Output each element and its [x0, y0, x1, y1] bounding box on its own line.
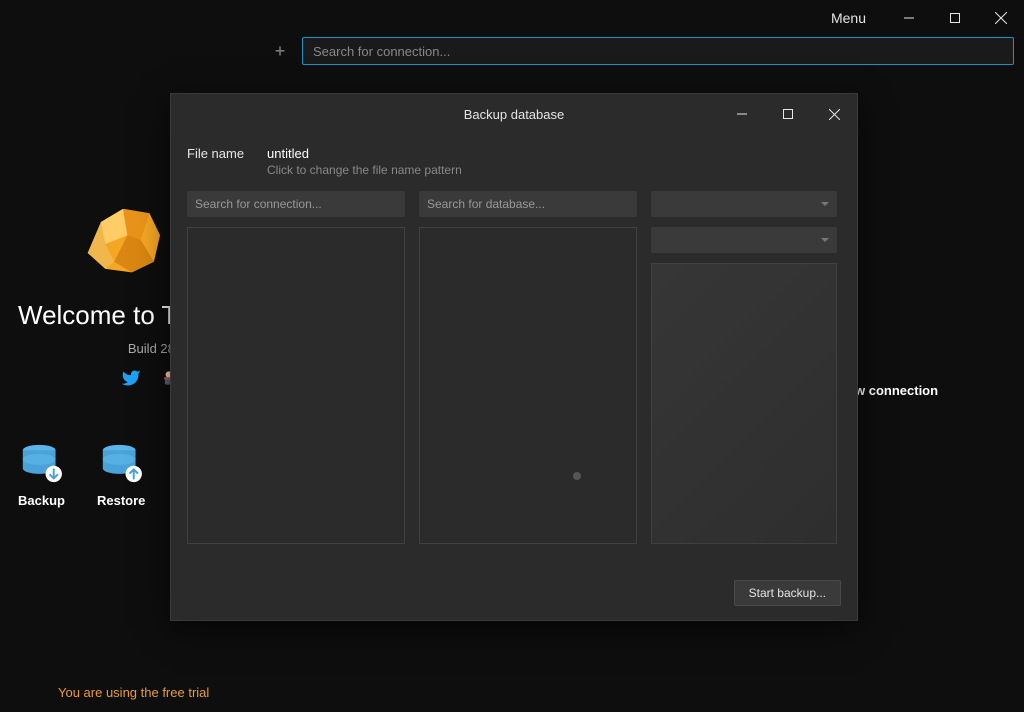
- option-dropdown-1[interactable]: [651, 191, 837, 217]
- dialog-maximize-button[interactable]: [765, 94, 811, 134]
- window-titlebar: Menu: [811, 0, 1024, 36]
- plus-icon: +: [275, 41, 286, 62]
- dialog-connection-search-input[interactable]: [187, 191, 405, 217]
- database-list[interactable]: [419, 227, 637, 544]
- database-backup-icon: [19, 443, 63, 483]
- preview-pane: [651, 263, 837, 544]
- app-logo-icon: [78, 200, 168, 275]
- dialog-title: Backup database: [464, 107, 564, 122]
- dialog-database-search-input[interactable]: [419, 191, 637, 217]
- close-icon: [995, 12, 1007, 24]
- dialog-titlebar[interactable]: Backup database: [171, 94, 857, 134]
- database-restore-icon: [99, 443, 143, 483]
- start-backup-button[interactable]: Start backup...: [734, 580, 841, 606]
- minimize-icon: [904, 13, 914, 23]
- trial-notice[interactable]: You are using the free trial: [58, 685, 209, 700]
- dialog-close-button[interactable]: [811, 94, 857, 134]
- window-minimize-button[interactable]: [886, 0, 932, 36]
- window-maximize-button[interactable]: [932, 0, 978, 36]
- maximize-icon: [950, 13, 960, 23]
- file-name-value[interactable]: untitled: [267, 146, 309, 161]
- close-icon: [829, 109, 840, 120]
- twitter-icon[interactable]: [121, 368, 141, 388]
- backup-label: Backup: [18, 493, 65, 508]
- dialog-minimize-button[interactable]: [719, 94, 765, 134]
- window-close-button[interactable]: [978, 0, 1024, 36]
- file-name-label: File name: [187, 146, 247, 161]
- minimize-icon: [737, 109, 747, 119]
- menu-button[interactable]: Menu: [811, 10, 886, 26]
- maximize-icon: [783, 109, 793, 119]
- add-connection-button[interactable]: +: [268, 39, 292, 63]
- connection-list[interactable]: [187, 227, 405, 544]
- option-dropdown-2[interactable]: [651, 227, 837, 253]
- top-search-row: +: [268, 36, 1014, 66]
- new-connection-partial-label: w connection: [855, 383, 938, 398]
- connection-search-input[interactable]: [302, 37, 1014, 65]
- column-resize-handle[interactable]: [573, 472, 581, 480]
- dialog-body: File name untitled Click to change the f…: [171, 134, 857, 544]
- file-name-hint[interactable]: Click to change the file name pattern: [267, 163, 841, 177]
- restore-action[interactable]: Restore: [97, 443, 145, 508]
- backup-database-dialog: Backup database File name untitled Click…: [170, 93, 858, 621]
- backup-action[interactable]: Backup: [18, 443, 65, 508]
- restore-label: Restore: [97, 493, 145, 508]
